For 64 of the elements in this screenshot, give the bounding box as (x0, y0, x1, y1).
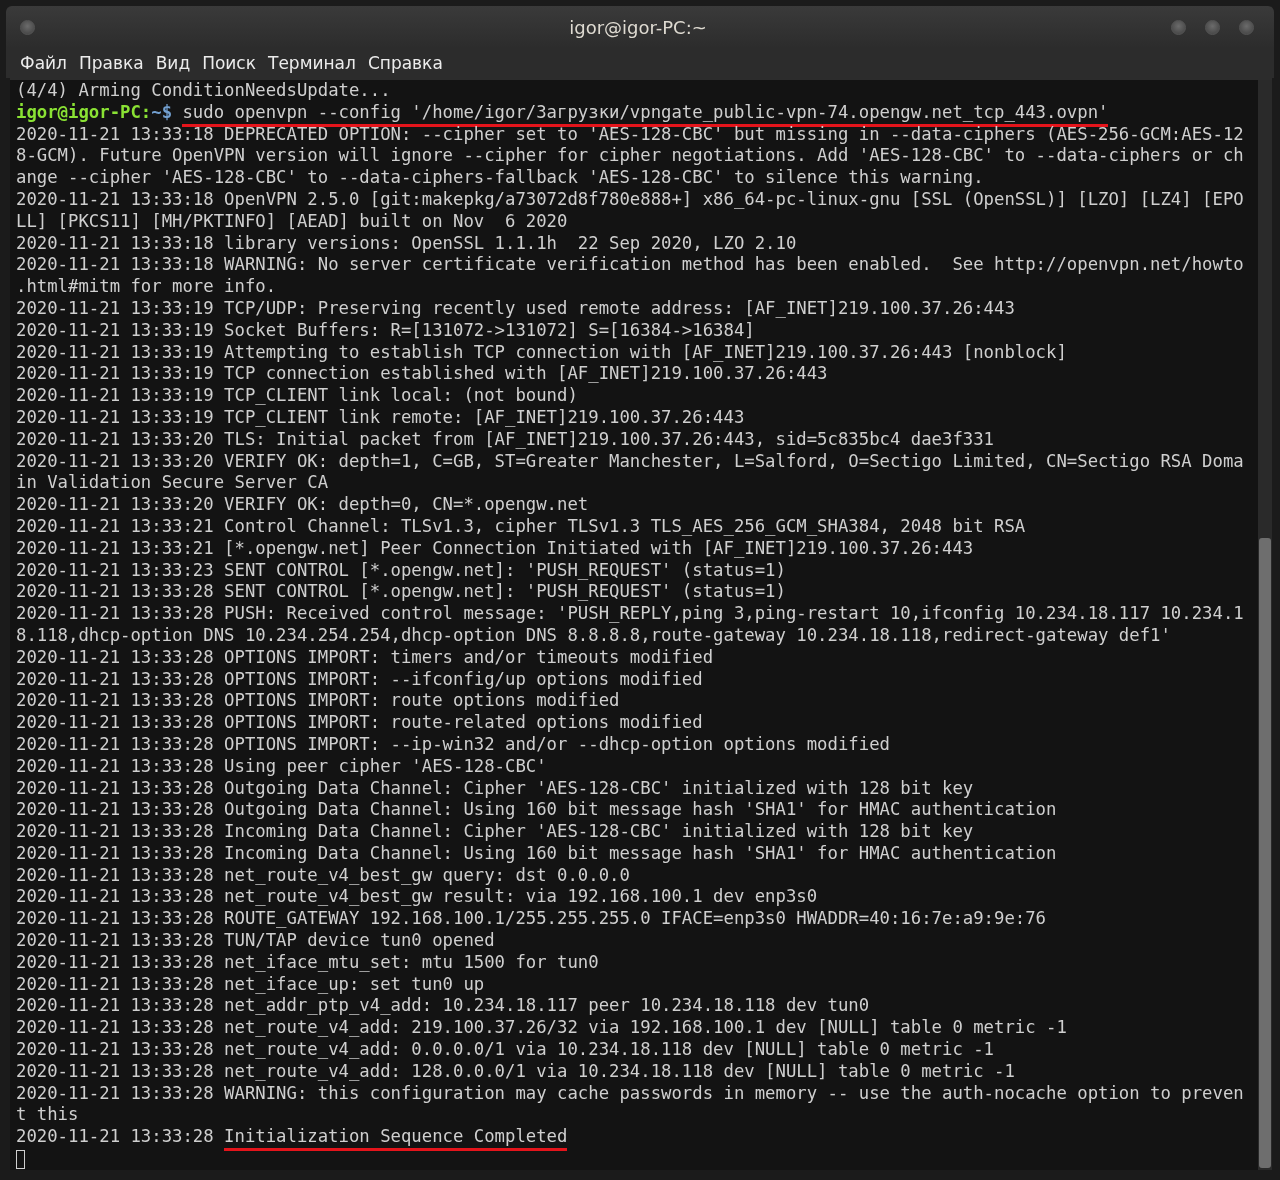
menu-item[interactable]: Файл (14, 53, 73, 73)
terminal-line: 2020-11-21 13:33:28 PUSH: Received control message: 'PUSH_REPLY,ping 3,ping-restart 10,ifconfig 10.234.18.117 10.234.1 (16, 603, 1245, 625)
terminal-line: ange --cipher 'AES-128-CBC' to --data-ciphers-fallback 'AES-128-CBC' to silence this warning. (16, 167, 985, 189)
terminal-line: 8.118,dhcp-option DNS 10.234.254.254,dhcp-option DNS 8.8.8.8,route-gateway 10.234.18.118,redirect-gateway def1' (16, 624, 1172, 647)
minimize-button[interactable] (1171, 19, 1186, 35)
terminal-line: 2020-11-21 13:33:19 TCP_CLIENT link remote: [AF_INET]219.100.37.26:443 (16, 406, 746, 429)
window-menu-button[interactable] (20, 19, 35, 35)
terminal-line: 2020-11-21 13:33:28 net_iface_mtu_set: mtu 1500 for tun0 (16, 951, 600, 974)
terminal-line: 2020-11-21 13:33:28 Incoming Data Channel: Using 160 bit message hash 'SHA1' for HMAC authentication (16, 842, 1058, 865)
terminal-line: 2020-11-21 13:33:28 Outgoing Data Channel: Using 160 bit message hash 'SHA1' for HMAC authentication (16, 799, 1058, 822)
menu-item[interactable]: Вид (149, 53, 197, 73)
terminal-line: 2020-11-21 13:33:28 ROUTE_GATEWAY 192.168.100.1/255.255.255.0 IFACE=enp3s0 HWADDR=40:16:7e:a9:9e:76 (16, 908, 1047, 931)
terminal-line: 2020-11-21 13:33:28 OPTIONS IMPORT: --ip-win32 and/or --dhcp-option options modified (16, 733, 891, 756)
close-button[interactable] (1239, 19, 1254, 35)
terminal-line: 2020-11-21 13:33:28 Incoming Data Channel: Cipher 'AES-128-CBC' initialized with 128 bit key (16, 821, 975, 843)
terminal-line: 2020-11-21 13:33:28 net_route_v4_add: 219.100.37.26/32 via 192.168.100.1 dev [NULL] table 0 metric -1 (16, 1017, 1068, 1040)
terminal-line: 2020-11-21 13:33:28 OPTIONS IMPORT: route options modified (16, 690, 621, 713)
terminal-line: LL] [PKCS11] [MH/PKTINFO] [AEAD] built on Nov 6 2020 (16, 210, 569, 233)
terminal-line: 2020-11-21 13:33:28 Using peer cipher 'AES-128-CBC' (16, 755, 548, 778)
timestamp: 2020-11-21 13:33:28 (16, 1126, 214, 1147)
terminal-line: 2020-11-21 13:33:19 TCP/UDP: Preserving recently used remote address: [AF_INET]219.100.37.26:443 (16, 297, 1016, 320)
terminal-line: 2020-11-21 13:33:20 VERIFY OK: depth=0, CN=*.opengw.net (16, 494, 590, 516)
menu-item[interactable]: Поиск (196, 53, 262, 73)
terminal-line: t this (16, 1104, 80, 1127)
terminal-line: 2020-11-21 13:33:28 net_route_v4_best_gw query: dst 0.0.0.0 (16, 864, 631, 887)
prompt-path: ~$ (151, 101, 173, 122)
terminal-line: 2020-11-21 13:33:19 Attempting to establish TCP connection with [AF_INET]219.100.37.26:443 [nonblock] (16, 341, 1068, 364)
terminal-line: 2020-11-21 13:33:28 SENT CONTROL [*.opengw.net]: 'PUSH_REQUEST' (status=1) (16, 581, 787, 604)
terminal-line: 2020-11-21 13:33:28 OPTIONS IMPORT: timers and/or timeouts modified (16, 646, 715, 669)
terminal-line: 2020-11-21 13:33:21 Control Channel: TLSv1.3, cipher TLSv1.3 TLS_AES_256_GCM_SHA384, 2048 bit RSA (16, 515, 1027, 538)
scrollbar[interactable] (1258, 80, 1272, 1170)
menu-item[interactable]: Терминал (262, 53, 362, 73)
terminal-line: (4/4) Arming ConditionNeedsUpdate... (16, 80, 392, 102)
terminal-line: 2020-11-21 13:33:28 net_addr_ptp_v4_add: 10.234.18.117 peer 10.234.18.118 dev tun0 (16, 995, 871, 1018)
terminal-line: 2020-11-21 13:33:28 OPTIONS IMPORT: --ifconfig/up options modified (16, 668, 704, 691)
command-text: sudo openvpn --config '/home/igor/Загрузки/vpngate_public-vpn-74.opengw.net_tcp_443.ovpn' (182, 101, 1109, 127)
maximize-button[interactable] (1205, 19, 1220, 35)
terminal-line: 2020-11-21 13:33:28 WARNING: this configuration may cache passwords in memory -- use the auth-nocache option to preven (16, 1082, 1245, 1105)
terminal-line: 2020-11-21 13:33:23 SENT CONTROL [*.opengw.net]: 'PUSH_REQUEST' (status=1) (16, 559, 787, 582)
terminal-line: 2020-11-21 13:33:19 TCP_CLIENT link local: (not bound) (16, 385, 579, 407)
terminal-line: 2020-11-21 13:33:18 library versions: OpenSSL 1.1.1h 22 Sep 2020, LZO 2.10 (16, 232, 798, 255)
terminal-line: 2020-11-21 13:33:28 Outgoing Data Channel: Cipher 'AES-128-CBC' initialized with 128 bit key (16, 777, 975, 800)
terminal-line: in Validation Secure Server CA (16, 472, 330, 495)
terminal-line: 2020-11-21 13:33:28 net_route_v4_add: 128.0.0.0/1 via 10.234.18.118 dev [NULL] table 0 metric -1 (16, 1060, 1016, 1083)
terminal-line: 2020-11-21 13:33:28 net_iface_up: set tun0 up (16, 973, 486, 996)
terminal-line: 2020-11-21 13:33:18 OpenVPN 2.5.0 [git:makepkg/a73072d8f780e888+] x86_64-pc-linux-gnu [SSL (OpenSSL)] [LZO] [LZ4] [EPO (16, 189, 1245, 211)
terminal-line: Initialization Sequence Completed (224, 1126, 568, 1152)
menu-item[interactable]: Правка (72, 53, 150, 73)
terminal-line: 2020-11-21 13:33:21 [*.opengw.net] Peer Connection Initiated with [AF_INET]219.100.37.26:443 (16, 537, 975, 560)
menu-item[interactable]: Справка (361, 53, 449, 73)
scrollbar-thumb[interactable] (1259, 538, 1271, 1168)
terminal-line: 2020-11-21 13:33:18 WARNING: No server certificate verification method has been enabled. See http://openvpn.net/howto (16, 254, 1245, 277)
terminal-line: 2020-11-21 13:33:19 TCP connection established with [AF_INET]219.100.37.26:443 (16, 363, 829, 386)
terminal-line: 2020-11-21 13:33:28 net_route_v4_best_gw result: via 192.168.100.1 dev enp3s0 (16, 886, 819, 909)
prompt-user-host: igor@igor-PC: (16, 101, 152, 122)
terminal-line: 2020-11-21 13:33:28 TUN/TAP device tun0 opened (16, 930, 496, 952)
terminal-line: 2020-11-21 13:33:20 TLS: Initial packet from [AF_INET]219.100.37.26:443, sid=5c835bc4 dae3f331 (16, 428, 995, 451)
terminal-line: 2020-11-21 13:33:19 Socket Buffers: R=[131072->131072] S=[16384->16384] (16, 319, 756, 342)
terminal-line: .html#mitm for more info. (16, 276, 278, 298)
terminal-line: 2020-11-21 13:33:28 net_route_v4_add: 0.0.0.0/1 via 10.234.18.118 dev [NULL] table 0 metric -1 (16, 1039, 995, 1061)
terminal-line: 2020-11-21 13:33:20 VERIFY OK: depth=1, C=GB, ST=Greater Manchester, L=Salford, O=Sectigo Limited, CN=Sectigo RSA Doma (16, 450, 1245, 473)
window-title: igor@igor-PC:~ (568, 16, 708, 38)
terminal-line: 2020-11-21 13:33:28 OPTIONS IMPORT: route-related options modified (16, 712, 704, 734)
terminal-line: 8-GCM). Future OpenVPN version will ignore --cipher for cipher negotiations. Add 'AES-128-CBC' to --data-ciphers or ch (16, 145, 1245, 168)
